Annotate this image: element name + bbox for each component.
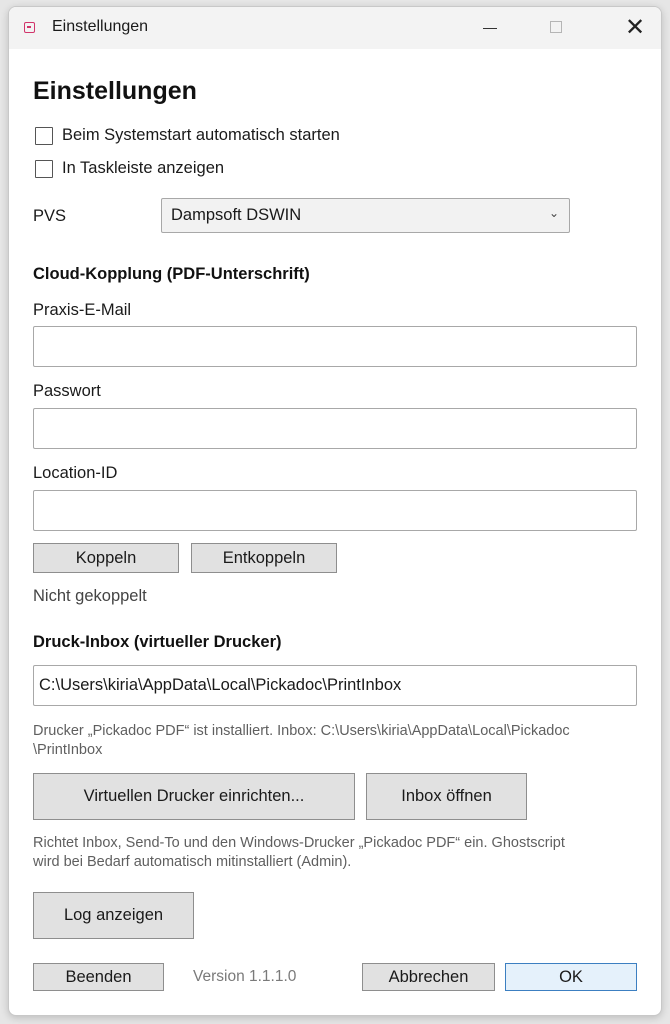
decouple-button[interactable]: Entkoppeln xyxy=(191,543,337,573)
print-inbox-section-heading: Druck-Inbox (virtueller Drucker) xyxy=(33,633,282,651)
maximize-button[interactable] xyxy=(533,7,579,49)
minimize-button[interactable] xyxy=(467,7,513,49)
setup-printer-button[interactable]: Virtuellen Drucker einrichten... xyxy=(33,773,355,820)
autostart-checkbox-box[interactable] xyxy=(35,127,53,145)
coupling-status: Nicht gekoppelt xyxy=(33,587,147,605)
maximize-icon xyxy=(550,21,562,33)
password-label: Passwort xyxy=(33,382,101,400)
open-inbox-button[interactable]: Inbox öffnen xyxy=(366,773,527,820)
inbox-path-field[interactable] xyxy=(33,665,637,706)
pvs-label: PVS xyxy=(33,207,67,225)
ok-button[interactable]: OK xyxy=(505,963,637,991)
printer-info-line-2: \PrintInbox xyxy=(33,742,103,758)
autostart-label: Beim Systemstart automatisch starten xyxy=(62,126,340,144)
location-id-field[interactable] xyxy=(33,490,637,531)
couple-button[interactable]: Koppeln xyxy=(33,543,179,573)
close-icon: ✕ xyxy=(625,13,646,41)
show-log-button[interactable]: Log anzeigen xyxy=(33,892,194,939)
printer-help-line-1: Richtet Inbox, Send-To und den Windows-D… xyxy=(33,835,565,851)
pvs-select[interactable]: Dampsoft DSWIN ⌄ xyxy=(161,198,570,233)
app-icon xyxy=(24,22,35,33)
email-label: Praxis-E-Mail xyxy=(33,301,132,319)
taskbar-checkbox-box[interactable] xyxy=(35,160,53,178)
window-title: Einstellungen xyxy=(52,18,149,35)
cancel-button[interactable]: Abbrechen xyxy=(362,963,495,991)
page-title: Einstellungen xyxy=(33,77,197,105)
settings-window: Einstellungen ✕ Einstellungen Beim Syste… xyxy=(8,6,662,1016)
cloud-section-heading: Cloud-Kopplung (PDF-Unterschrift) xyxy=(33,265,310,283)
quit-button[interactable]: Beenden xyxy=(33,963,164,991)
minimize-icon xyxy=(483,28,497,29)
title-bar[interactable]: Einstellungen ✕ xyxy=(9,7,661,49)
location-id-label: Location-ID xyxy=(33,464,118,482)
chevron-down-icon: ⌄ xyxy=(548,206,559,220)
taskbar-label: In Taskleiste anzeigen xyxy=(62,159,225,177)
printer-info-line-1: Drucker „Pickadoc PDF“ ist installiert. … xyxy=(33,723,570,739)
password-field[interactable] xyxy=(33,408,637,449)
printer-help-line-2: wird bei Bedarf automatisch mitinstallie… xyxy=(33,854,352,870)
version-label: Version 1.1.1.0 xyxy=(193,968,297,985)
close-button[interactable]: ✕ xyxy=(603,7,649,49)
email-field[interactable] xyxy=(33,326,637,367)
printer-info-text: Drucker „Pickadoc PDF“ ist installiert. … xyxy=(33,722,643,760)
autostart-checkbox[interactable]: Beim Systemstart automatisch starten xyxy=(35,126,375,148)
printer-help-text: Richtet Inbox, Send-To und den Windows-D… xyxy=(33,834,643,872)
pvs-selected-value: Dampsoft DSWIN xyxy=(171,206,302,224)
taskbar-checkbox[interactable]: In Taskleiste anzeigen xyxy=(35,159,255,181)
